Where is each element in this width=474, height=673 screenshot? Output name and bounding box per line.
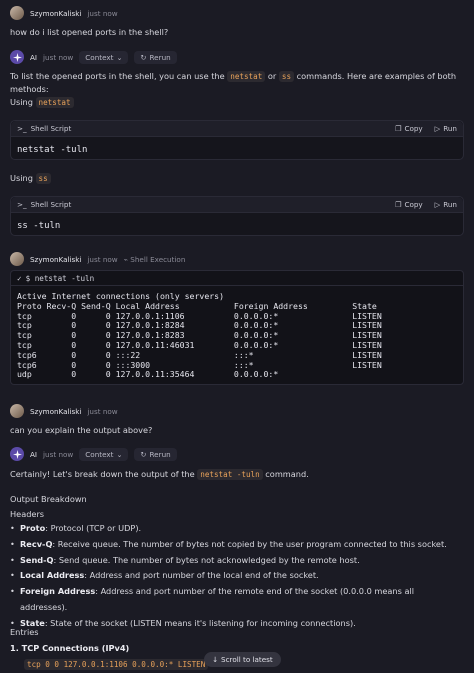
user-message-text: can you explain the output above? xyxy=(10,425,153,435)
context-dropdown[interactable]: Context ⌄ xyxy=(79,447,129,461)
code-content: netstat -tuln xyxy=(17,145,88,155)
ai-avatar xyxy=(10,447,24,461)
context-label: Context xyxy=(85,52,114,62)
ai-avatar xyxy=(10,50,24,64)
list-item: Proto: Protocol (TCP or UDP). xyxy=(10,521,462,537)
rerun-label: Rerun xyxy=(149,449,171,459)
shell-command: $ netstat -tuln xyxy=(25,273,95,283)
rerun-label: Rerun xyxy=(149,52,171,62)
message-time: just now xyxy=(87,406,118,416)
code-block: >_ Shell Script ❐ Copy ▷ Run netstat -tuln xyxy=(10,120,464,160)
user-message-header: SzymonKaliski just now ⌁ Shell Execution xyxy=(10,252,185,266)
scroll-to-latest-button[interactable]: ↓ Scroll to latest xyxy=(204,652,281,667)
message-time: just now xyxy=(43,52,74,62)
check-icon: ✓ xyxy=(17,273,22,283)
user-name: SzymonKaliski xyxy=(30,406,82,416)
entries-heading: Entries xyxy=(10,627,39,637)
run-button[interactable]: ▷ Run xyxy=(435,124,457,133)
message-time: just now xyxy=(43,449,74,459)
user-avatar xyxy=(10,252,24,266)
ai-message-header: AI just now Context ⌄ ↻ Rerun xyxy=(10,50,177,64)
list-item: Local Address: Address and port number o… xyxy=(10,568,462,584)
rerun-button[interactable]: ↻ Rerun xyxy=(134,50,177,64)
context-dropdown[interactable]: Context ⌄ xyxy=(79,50,129,64)
code-block: >_ Shell Script ❐ Copy ▷ Run ss -tuln xyxy=(10,196,464,236)
code-language: Shell Script xyxy=(30,124,72,133)
inline-code: ss xyxy=(278,71,295,82)
code-content: ss -tuln xyxy=(17,221,61,231)
user-message-header: SzymonKaliski just now xyxy=(10,6,118,20)
user-message-text: how do i list opened ports in the shell? xyxy=(10,27,169,37)
ai-sparkle-icon xyxy=(12,449,22,459)
inline-code: netstat xyxy=(227,71,266,82)
list-item: Send-Q: Send queue. The number of bytes … xyxy=(10,553,462,569)
user-name: SzymonKaliski xyxy=(30,254,82,264)
message-time: just now xyxy=(87,8,118,18)
ai-intro-text: Certainly! Let's break down the output o… xyxy=(10,469,309,480)
using-netstat-label: Using netstat xyxy=(10,96,462,109)
run-button[interactable]: ▷ Run xyxy=(435,200,457,209)
user-message-header: SzymonKaliski just now xyxy=(10,404,118,418)
play-icon: ▷ xyxy=(434,124,441,133)
copy-icon: ❐ xyxy=(394,124,402,133)
shell-output: ✓ $ netstat -tuln Active Internet connec… xyxy=(10,270,464,386)
header-definitions: Proto: Protocol (TCP or UDP). Recv-Q: Re… xyxy=(10,521,462,632)
copy-button[interactable]: ❐ Copy xyxy=(395,124,423,133)
rerun-icon: ↻ xyxy=(140,52,147,62)
using-ss-label: Using ss xyxy=(10,172,462,185)
inline-code: netstat -tuln xyxy=(197,469,263,480)
rerun-button[interactable]: ↻ Rerun xyxy=(134,447,177,461)
shell-output-text: Active Internet connections (only server… xyxy=(17,291,382,380)
rerun-icon: ↻ xyxy=(140,449,147,459)
ai-name: AI xyxy=(30,449,38,459)
list-item: Recv-Q: Receive queue. The number of byt… xyxy=(10,537,462,553)
message-time: just now xyxy=(87,254,118,264)
list-item: Foreign Address: Address and port number… xyxy=(10,584,462,616)
copy-icon: ❐ xyxy=(394,200,402,209)
context-label: Context xyxy=(85,449,114,459)
headers-heading: Headers xyxy=(10,509,45,519)
ai-message-header: AI just now Context ⌄ ↻ Rerun xyxy=(10,447,177,461)
code-language: Shell Script xyxy=(30,200,72,209)
ai-intro-text: To list the opened ports in the shell, y… xyxy=(10,71,457,94)
user-name: SzymonKaliski xyxy=(30,8,82,18)
breakdown-heading: Output Breakdown xyxy=(10,494,87,504)
terminal-icon: >_ xyxy=(17,200,27,209)
ai-sparkle-icon xyxy=(12,52,22,62)
arrow-down-icon: ↓ xyxy=(212,655,219,664)
user-avatar xyxy=(10,6,24,20)
copy-button[interactable]: ❐ Copy xyxy=(395,200,423,209)
play-icon: ▷ xyxy=(434,200,441,209)
chevron-down-icon: ⌄ xyxy=(116,52,123,62)
ai-name: AI xyxy=(30,52,38,62)
user-avatar xyxy=(10,404,24,418)
terminal-icon: >_ xyxy=(17,124,27,133)
chevron-down-icon: ⌄ xyxy=(116,449,123,459)
shell-execution-tag: ⌁ Shell Execution xyxy=(123,254,186,264)
scroll-label: Scroll to latest xyxy=(221,655,273,664)
